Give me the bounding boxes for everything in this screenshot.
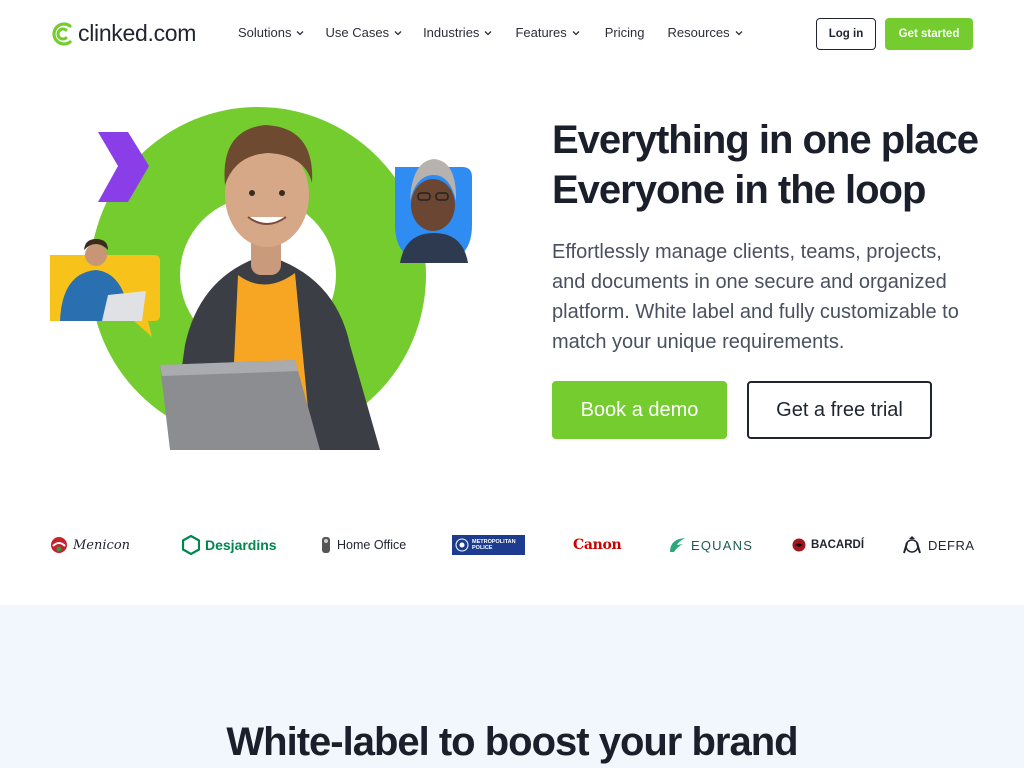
nav-industries[interactable]: Industries <box>423 25 493 40</box>
hero-title: Everything in one place Everyone in the … <box>552 115 979 215</box>
client-name: Desjardins <box>205 537 277 553</box>
client-logo-met-police: METROPOLITAN POLICE <box>452 530 525 560</box>
site-header: clinked.com Solutions Use Cases Industri… <box>0 0 1024 68</box>
client-name: Home Office <box>337 538 407 552</box>
equans-leaf-icon <box>670 538 685 552</box>
client-name: EQUANS <box>691 537 754 553</box>
hero-title-line1: Everything in one place <box>552 118 979 162</box>
section-title: White-label to boost your brand <box>226 720 798 764</box>
nav-resources[interactable]: Resources <box>668 25 744 40</box>
met-police-badge: METROPOLITAN POLICE <box>452 535 525 555</box>
client-logo-defra: DEFRA <box>901 530 975 560</box>
nav-features[interactable]: Features <box>515 25 580 40</box>
nav-pricing-label: Pricing <box>604 25 645 40</box>
avatar-woman-card <box>395 159 472 263</box>
free-trial-button[interactable]: Get a free trial <box>747 381 932 439</box>
client-name: METROPOLITAN POLICE <box>472 539 516 551</box>
nav-use-cases-label: Use Cases <box>325 25 390 40</box>
chevron-down-icon <box>484 30 492 35</box>
police-crest-icon <box>455 538 469 552</box>
chevron-down-icon <box>394 30 402 35</box>
hero-title-line2: Everyone in the loop <box>552 168 926 212</box>
royal-crest-icon <box>903 536 921 554</box>
nav-resources-label: Resources <box>667 25 730 40</box>
nav-solutions[interactable]: Solutions <box>238 25 305 40</box>
client-logo-home-office: Home Office <box>320 530 406 560</box>
client-logo-canon: Canon <box>573 530 622 560</box>
book-demo-button[interactable]: Book a demo <box>552 381 727 439</box>
clinked-logo-icon <box>52 21 72 46</box>
hero-subtitle: Effortlessly manage clients, teams, proj… <box>552 241 959 353</box>
nav-pricing[interactable]: Pricing <box>605 25 645 40</box>
hero-illustration <box>50 107 472 450</box>
crest-icon <box>322 537 330 553</box>
nav-solutions-label: Solutions <box>238 25 292 40</box>
chevron-down-icon <box>572 30 580 35</box>
menicon-logo-icon <box>51 537 67 553</box>
bat-icon <box>792 538 806 552</box>
client-logo-equans: EQUANS <box>668 530 753 560</box>
get-started-button[interactable]: Get started <box>885 18 973 50</box>
client-name: Menicon <box>73 537 131 553</box>
chevron-down-icon <box>297 30 304 35</box>
hexagon-icon <box>182 535 200 555</box>
white-label-section: White-label to boost your brand <box>0 605 1024 768</box>
client-logo-menicon: Menicon <box>50 530 130 560</box>
nav-features-label: Features <box>515 25 567 40</box>
brand-name: clinked.com <box>78 20 197 46</box>
brand-logo[interactable]: clinked.com <box>50 20 196 47</box>
client-logos-strip: Menicon Desjardins Home Office METROPOLI… <box>50 530 974 560</box>
login-button[interactable]: Log in <box>816 18 876 50</box>
chevron-down-icon <box>735 30 743 35</box>
client-logo-desjardins: Desjardins <box>182 530 277 560</box>
client-name: BACARDÍ <box>811 539 865 551</box>
nav-industries-label: Industries <box>423 25 480 40</box>
main-nav: Solutions Use Cases Industries Features … <box>238 25 744 40</box>
nav-use-cases[interactable]: Use Cases <box>325 25 403 40</box>
client-name: DEFRA <box>928 537 975 553</box>
client-name: Canon <box>573 537 622 553</box>
client-logo-bacardi: BACARDÍ <box>792 530 864 560</box>
